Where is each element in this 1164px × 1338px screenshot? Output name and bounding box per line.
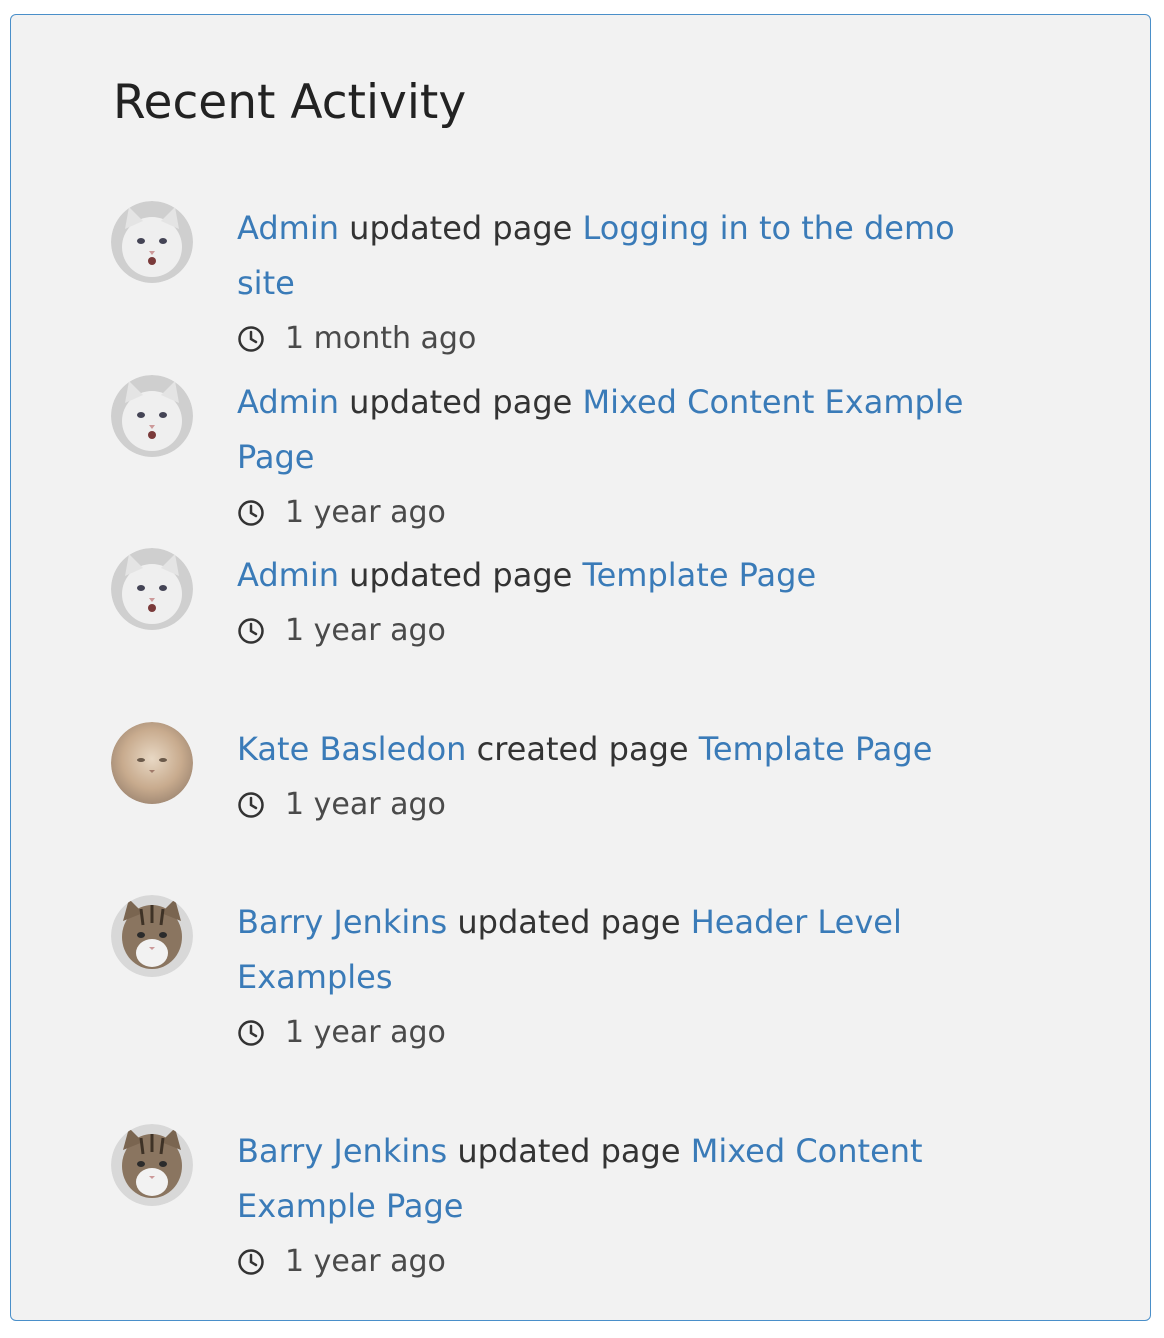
user-link[interactable]: Admin: [237, 556, 339, 594]
user-link[interactable]: Kate Basledon: [237, 730, 466, 768]
white-cat-avatar[interactable]: [111, 548, 193, 630]
clock-icon: [238, 1248, 264, 1275]
activity-time: 1 year ago: [237, 603, 997, 658]
user-link[interactable]: Admin: [237, 209, 339, 247]
page-link[interactable]: Mixed Content Example Page: [237, 383, 963, 476]
timestamp: 1 year ago: [285, 1015, 446, 1050]
fluffy-cat-avatar[interactable]: [111, 722, 193, 804]
tabby-cat-avatar[interactable]: [111, 1124, 193, 1206]
activity-description: Admin updated page Mixed Content Example…: [237, 375, 997, 485]
activity-time: 1 year ago: [237, 1234, 997, 1289]
activity-action: created page: [476, 730, 689, 768]
timestamp: 1 year ago: [285, 495, 446, 530]
activity-time: 1 year ago: [237, 1005, 997, 1060]
activity-time: 1 month ago: [237, 311, 997, 366]
white-cat-avatar[interactable]: [111, 201, 193, 283]
tabby-cat-avatar[interactable]: [111, 895, 193, 977]
activity-content: Barry Jenkins updated page Header Level …: [237, 895, 997, 1060]
clock-icon: [238, 499, 264, 526]
activity-content: Barry Jenkins updated page Mixed Content…: [237, 1124, 997, 1289]
timestamp: 1 year ago: [285, 1244, 446, 1279]
activity-description: Admin updated page Logging in to the dem…: [237, 201, 997, 311]
activity-description: Admin updated page Template Page: [237, 548, 997, 603]
user-link[interactable]: Barry Jenkins: [237, 1132, 447, 1170]
activity-description: Barry Jenkins updated page Mixed Content…: [237, 1124, 997, 1234]
user-link[interactable]: Admin: [237, 383, 339, 421]
page-link[interactable]: Template Page: [699, 730, 933, 768]
activity-time: 1 year ago: [237, 485, 997, 540]
activity-action: updated page: [349, 556, 573, 594]
timestamp: 1 year ago: [285, 787, 446, 822]
white-cat-avatar[interactable]: [111, 375, 193, 457]
panel-title: Recent Activity: [113, 75, 467, 130]
page-link[interactable]: Logging in to the demo site: [237, 209, 955, 302]
activity-content: Admin updated page Template Page 1 year …: [237, 548, 997, 658]
clock-icon: [238, 791, 264, 818]
activity-action: updated page: [349, 209, 573, 247]
activity-content: Admin updated page Logging in to the dem…: [237, 201, 997, 366]
clock-icon: [238, 325, 264, 352]
activity-content: Kate Basledon created page Template Page…: [237, 722, 997, 832]
activity-action: updated page: [457, 903, 681, 941]
clock-icon: [238, 1019, 264, 1046]
activity-content: Admin updated page Mixed Content Example…: [237, 375, 997, 540]
clock-icon: [238, 617, 264, 644]
user-link[interactable]: Barry Jenkins: [237, 903, 447, 941]
activity-action: updated page: [457, 1132, 681, 1170]
activity-description: Barry Jenkins updated page Header Level …: [237, 895, 997, 1005]
timestamp: 1 year ago: [285, 613, 446, 648]
timestamp: 1 month ago: [285, 321, 477, 356]
page-link[interactable]: Template Page: [582, 556, 816, 594]
activity-time: 1 year ago: [237, 777, 997, 832]
activity-description: Kate Basledon created page Template Page: [237, 722, 997, 777]
activity-action: updated page: [349, 383, 573, 421]
recent-activity-panel: Recent Activity Admin updated page Loggi…: [10, 14, 1151, 1321]
